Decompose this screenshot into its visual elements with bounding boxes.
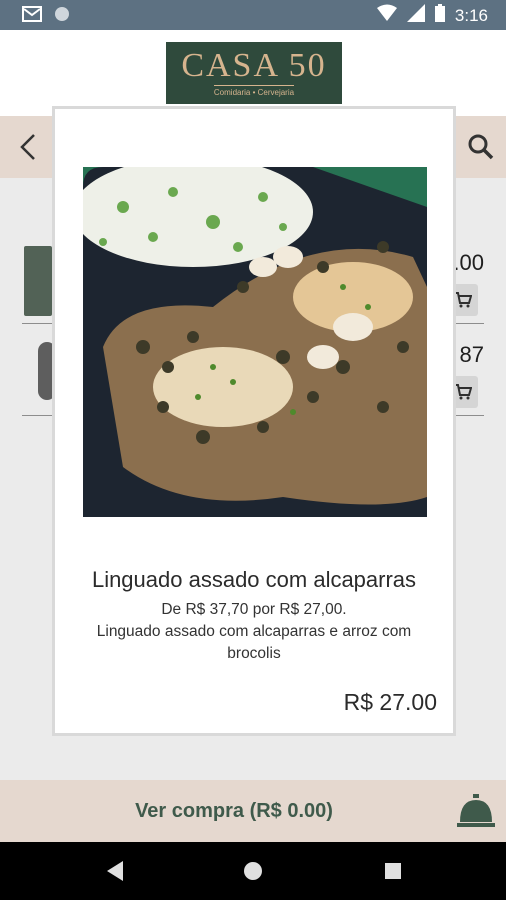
product-description: De R$ 37,70 por R$ 27,00. Linguado assad… [75,599,433,665]
wifi-icon [376,4,397,27]
clock: 3:16 [454,5,488,25]
chevron-left-icon [20,134,35,160]
product-price: R$ 27.00 [343,689,437,715]
home-circle-icon[interactable] [240,858,266,884]
app-header: CASA 50 Comidaria • Cervejaria [0,30,506,116]
service-bell-icon[interactable] [456,792,496,830]
view-cart-button[interactable]: Ver compra (R$ 0.00) [0,780,468,842]
product-details-text: Linguado assado com alcaparras e arroz c… [96,623,412,662]
battery-icon [434,4,445,27]
logo-title: CASA 50 [181,47,327,84]
signal-icon [406,4,425,27]
product-photo [83,167,427,517]
status-bar: 3:16 [0,0,506,30]
logo-subtitle: Comidaria • Cervejaria [213,85,295,97]
back-button[interactable] [12,130,44,164]
product-promo-text: De R$ 37,70 por R$ 27,00. [161,601,347,618]
recents-square-icon[interactable] [380,858,406,884]
system-navigation-bar [0,842,506,900]
product-detail-modal: Linguado assado com alcaparras De R$ 37,… [52,106,456,736]
search-button[interactable] [464,130,498,164]
gmail-icon [22,6,42,27]
back-triangle-icon[interactable] [102,858,128,884]
brand-logo[interactable]: CASA 50 Comidaria • Cervejaria [166,42,342,104]
circle-icon [54,6,70,27]
product-title: Linguado assado com alcaparras [91,567,417,592]
search-icon [468,134,494,160]
checkout-bar: Ver compra (R$ 0.00) [0,780,506,842]
